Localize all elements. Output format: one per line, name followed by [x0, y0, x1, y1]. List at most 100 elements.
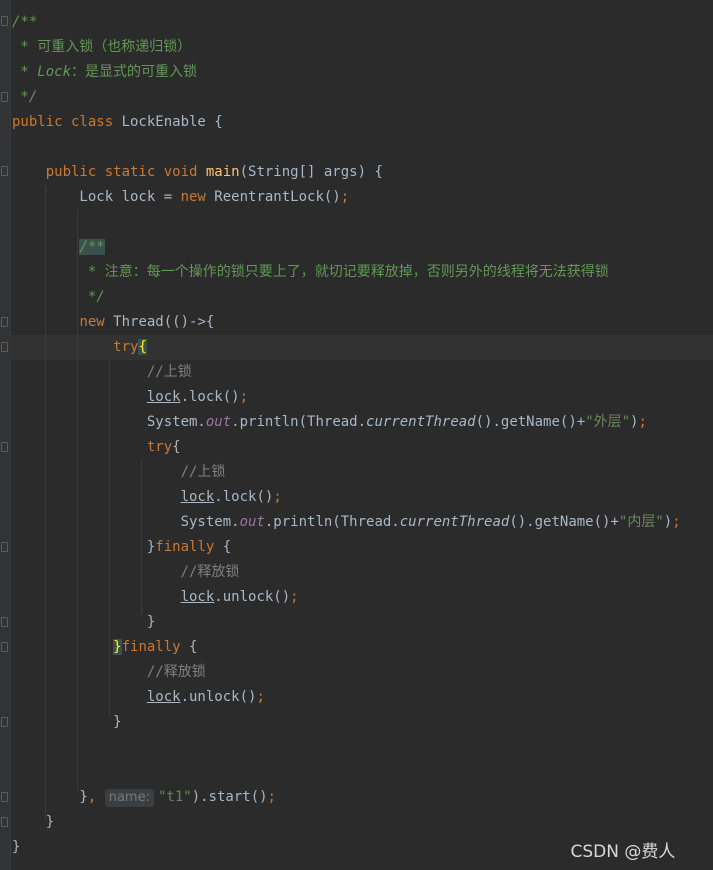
- code-line[interactable]: public class LockEnable {: [12, 110, 223, 135]
- code-line[interactable]: lock.unlock();: [12, 685, 265, 710]
- fold-marker-icon[interactable]: [1, 792, 8, 802]
- code-token: *: [12, 64, 38, 80]
- fold-marker-icon[interactable]: [1, 166, 8, 176]
- editor-gutter[interactable]: [0, 0, 11, 870]
- code-line[interactable]: * 注意：每一个操作的锁只要上了，就切记要释放掉，否则另外的线程将无法获得锁: [12, 260, 609, 285]
- code-token: public class: [12, 114, 122, 130]
- code-editor[interactable]: /** * 可重入锁（也称递归锁） * Lock：是显式的可重入锁 */ publ…: [0, 0, 713, 870]
- code-line[interactable]: //释放锁: [12, 560, 240, 585]
- fold-marker-icon[interactable]: [1, 617, 8, 627]
- fold-marker-icon[interactable]: [1, 317, 8, 327]
- code-token: ;: [638, 414, 647, 430]
- code-token: "外层": [585, 414, 631, 430]
- code-line[interactable]: System.out.println(Thread.currentThread(…: [12, 510, 681, 535]
- code-line[interactable]: * 可重入锁（也称递归锁）: [12, 35, 191, 60]
- code-line[interactable]: * Lock：是显式的可重入锁: [12, 60, 197, 85]
- code-token: currentThread: [366, 414, 476, 430]
- code-line[interactable]: lock.lock();: [12, 385, 248, 410]
- code-line[interactable]: }: [12, 835, 20, 860]
- code-token: .lock(): [180, 389, 240, 405]
- code-line[interactable]: }, name: "t1").start();: [12, 785, 276, 810]
- code-token: ).start(): [191, 789, 268, 805]
- code-line[interactable]: //释放锁: [12, 660, 206, 685]
- watermark: CSDN @费人 󠀠 󠀠 󠀠 󠀠: [570, 842, 698, 862]
- code-token: }: [12, 614, 156, 630]
- code-token: }: [12, 814, 55, 830]
- code-token: }: [12, 839, 21, 855]
- code-token: lock: [146, 689, 181, 705]
- code-token: LockEnable {: [121, 114, 223, 130]
- code-line[interactable]: /**: [12, 10, 37, 35]
- code-token: {: [138, 339, 147, 355]
- code-token: try: [113, 339, 139, 355]
- code-token: ): [663, 514, 673, 530]
- code-token: .unlock(): [180, 689, 257, 705]
- code-token: lock: [180, 489, 215, 505]
- code-token: "t1": [157, 789, 192, 805]
- code-token: Thread(()->{: [113, 314, 215, 330]
- code-token: /**: [12, 14, 38, 30]
- fold-marker-icon[interactable]: [1, 92, 8, 102]
- code-token: ;: [267, 789, 276, 805]
- fold-marker-icon[interactable]: [1, 342, 8, 352]
- code-token: System.: [12, 514, 240, 530]
- fold-marker-icon[interactable]: [1, 16, 8, 26]
- code-token: /**: [79, 239, 105, 255]
- code-token: out: [239, 514, 265, 530]
- code-line[interactable]: lock.unlock();: [12, 585, 299, 610]
- code-token: finally: [155, 539, 223, 555]
- code-token: ;: [256, 689, 265, 705]
- fold-marker-icon[interactable]: [1, 642, 8, 652]
- code-line[interactable]: }: [12, 710, 121, 735]
- code-line[interactable]: */: [12, 285, 105, 310]
- code-line[interactable]: public static void main(String[] args) {: [12, 160, 383, 185]
- code-token: ReentrantLock(): [214, 189, 341, 205]
- code-line[interactable]: /**: [12, 235, 105, 260]
- parameter-hint: name:: [104, 789, 154, 807]
- code-line[interactable]: new Thread(()->{: [12, 310, 214, 335]
- code-token: {: [189, 639, 198, 655]
- code-token: //释放锁: [146, 664, 206, 680]
- code-token: */: [12, 89, 38, 105]
- code-token: (String[] args) {: [239, 164, 383, 180]
- code-token: ().getName()+: [475, 414, 586, 430]
- fold-marker-icon[interactable]: [1, 717, 8, 727]
- code-line[interactable]: Lock lock = new ReentrantLock();: [12, 185, 349, 210]
- code-line[interactable]: }finally {: [12, 635, 197, 660]
- code-token: * 注意：每一个操作的锁只要上了，就切记要释放掉，否则另外的线程将无法获得锁: [12, 264, 609, 280]
- code-token: System.: [12, 414, 206, 430]
- code-token: //上锁: [146, 364, 192, 380]
- code-token: }: [12, 789, 88, 805]
- code-token: Lock lock =: [12, 189, 181, 205]
- code-token: try: [146, 439, 173, 455]
- code-token: {: [222, 539, 232, 555]
- code-line[interactable]: */: [12, 85, 37, 110]
- code-token: "内层": [618, 514, 664, 530]
- code-line[interactable]: System.out.println(Thread.currentThread(…: [12, 410, 647, 435]
- code-line[interactable]: try{: [12, 435, 181, 460]
- code-line[interactable]: }: [12, 810, 54, 835]
- code-line[interactable]: try{: [12, 335, 147, 360]
- code-line[interactable]: //上锁: [12, 360, 192, 385]
- fold-marker-icon[interactable]: [1, 817, 8, 827]
- fold-marker-icon[interactable]: [1, 442, 8, 452]
- code-token: ;: [340, 189, 350, 205]
- code-line[interactable]: }: [12, 610, 155, 635]
- code-token: ().getName()+: [509, 514, 619, 530]
- fold-marker-icon[interactable]: [1, 542, 8, 552]
- code-token: */: [12, 289, 105, 305]
- code-token: currentThread: [399, 514, 510, 530]
- code-line[interactable]: //上锁: [12, 460, 226, 485]
- code-line[interactable]: lock.lock();: [12, 485, 282, 510]
- code-token: main: [205, 164, 240, 180]
- code-line[interactable]: }finally {: [12, 535, 231, 560]
- code-token: * 可重入锁（也称递归锁）: [12, 39, 192, 55]
